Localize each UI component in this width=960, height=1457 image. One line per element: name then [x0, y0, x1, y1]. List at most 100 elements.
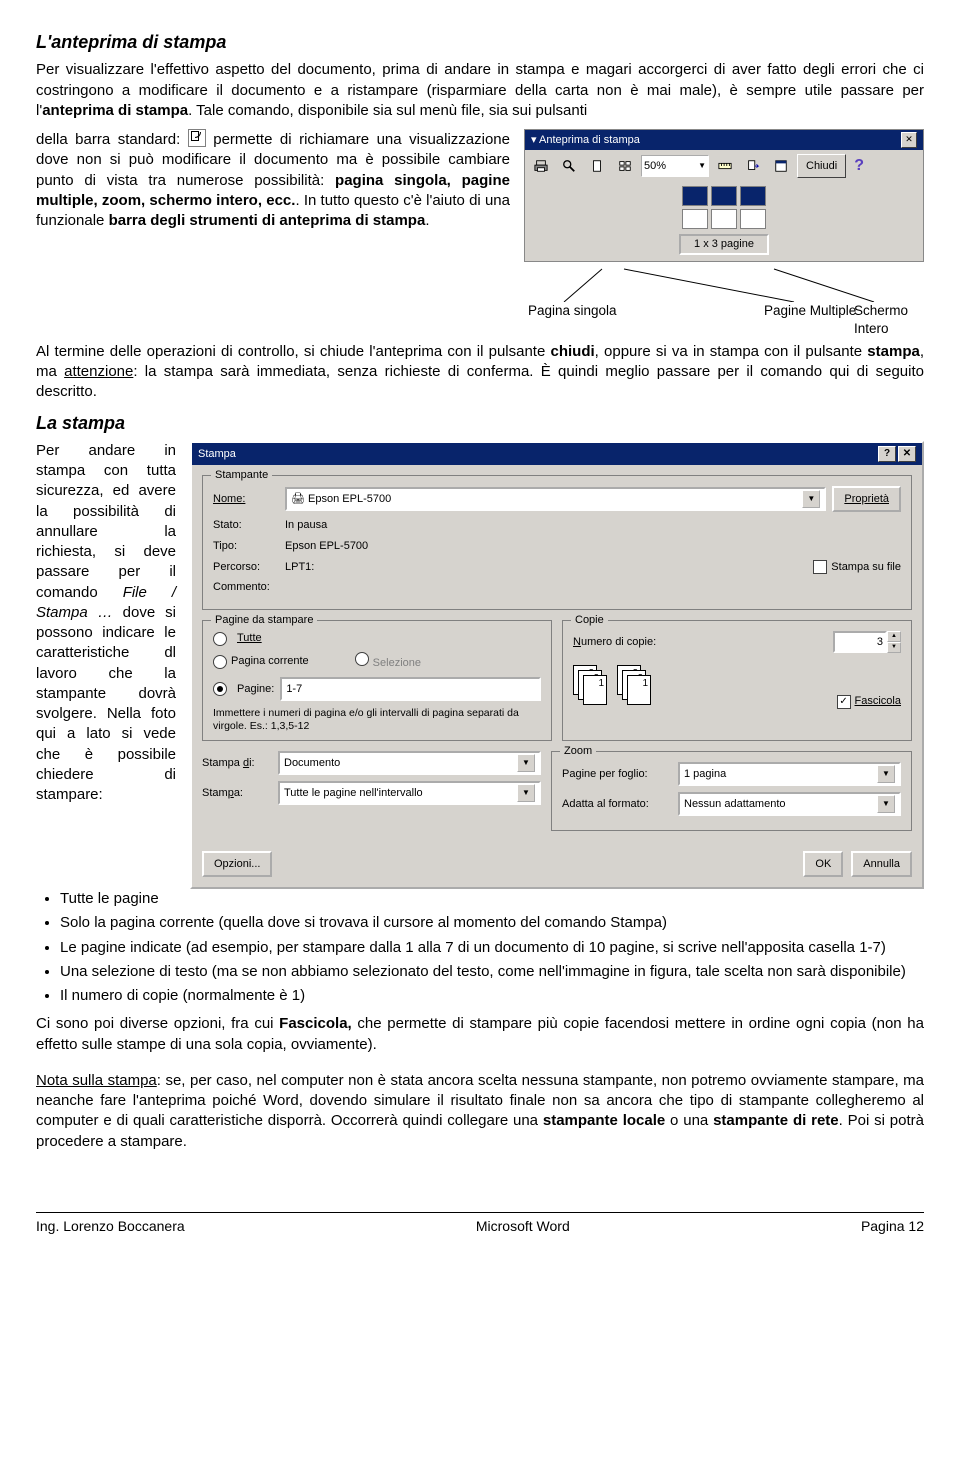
fullscreen-icon[interactable]: [769, 154, 793, 178]
text-bold: stampante di rete: [713, 1112, 839, 1129]
label-state: Stato:: [213, 518, 279, 533]
scale-to-combo[interactable]: Nessun adattamento▼: [678, 792, 901, 816]
group-printer: Nome: 🖨 Epson EPL-5700 ▼ Proprietà Stato…: [202, 475, 912, 610]
print-range-value: Tutte le pagine nell'intervallo: [284, 786, 423, 801]
pages-value: 1-7: [286, 682, 302, 697]
help-icon[interactable]: ?: [854, 155, 864, 177]
label-pages-per-sheet: Pagine per foglio:: [562, 767, 672, 782]
text-bold: anteprima di stampa: [42, 102, 188, 119]
shrink-icon[interactable]: [741, 154, 765, 178]
label-fullscreen: Schermo Intero: [854, 302, 924, 338]
chevron-down-icon: ▼: [698, 161, 706, 172]
text-bold: stampa: [867, 343, 920, 360]
label-print-range: Stampa:: [202, 786, 272, 801]
collate-label: Fascicola: [855, 694, 901, 709]
label-scale-to: Adatta al formato:: [562, 797, 672, 812]
preview-titlebar: ▾ Anteprima di stampa ✕: [525, 130, 923, 150]
list-item: Le pagine indicate (ad esempio, per stam…: [60, 938, 924, 958]
cancel-label: Annulla: [863, 857, 900, 872]
copies-input[interactable]: 3: [833, 631, 887, 653]
label-type: Tipo:: [213, 539, 279, 554]
print-what-value: Documento: [284, 756, 340, 771]
ok-label: OK: [815, 857, 831, 872]
radio-selection: Selezione: [355, 652, 421, 671]
radio-selection-label: Selezione: [373, 657, 421, 669]
scale-to-value: Nessun adattamento: [684, 797, 786, 812]
label-path: Percorso:: [213, 560, 279, 575]
print-icon[interactable]: [529, 154, 553, 178]
dialog-titlebar: Stampa ? ✕: [192, 443, 922, 465]
pages-hint: Immettere i numeri di pagina e/o gli int…: [213, 707, 541, 732]
para-4: Per andare in stampa con tutta sicurezza…: [36, 441, 176, 806]
text: Ci sono poi diverse opzioni, fra cui: [36, 1015, 279, 1032]
multi-page-icon[interactable]: [613, 154, 637, 178]
grid-caption: 1 x 3 pagine: [679, 234, 769, 255]
page-grid[interactable]: 1 x 3 pagine: [675, 182, 773, 261]
footer-left: Ing. Lorenzo Boccanera: [36, 1217, 185, 1236]
zoom-combo[interactable]: 50%▼: [641, 155, 709, 177]
single-page-icon[interactable]: [585, 154, 609, 178]
ruler-icon[interactable]: [713, 154, 737, 178]
radio-current[interactable]: Pagina corrente: [213, 654, 309, 669]
label-copies: NNumero di copie:umero di copie:: [573, 635, 656, 650]
ok-button[interactable]: OK: [803, 851, 843, 877]
print-dialog: Stampa ? ✕ Nome: 🖨 Epson EPL-5700 ▼ Prop…: [190, 441, 924, 889]
close-icon[interactable]: ✕: [898, 446, 916, 462]
chevron-down-icon: ▼: [517, 754, 535, 772]
radio-all[interactable]: Tutte: [213, 631, 541, 646]
para-6: Nota sulla stampa: se, per caso, nel com…: [36, 1071, 924, 1152]
help-icon[interactable]: ?: [878, 446, 896, 462]
radio-pages[interactable]: Pagine: 1-7: [213, 677, 541, 701]
label-name: Nome:: [213, 492, 279, 507]
para-1: Per visualizzare l'effettivo aspetto del…: [36, 60, 924, 121]
radio-all-label: Tutte: [237, 631, 262, 646]
print-to-file-label: Stampa su file: [831, 560, 901, 575]
print-preview-toolbar: ▾ Anteprima di stampa ✕ 50%▼ Chiudi ?: [524, 129, 924, 342]
pages-per-sheet-combo[interactable]: 1 pagina▼: [678, 762, 901, 786]
radio-current-label: Pagina corrente: [231, 654, 309, 669]
close-button[interactable]: Chiudi: [797, 154, 846, 178]
list-item: Tutte le pagine: [60, 889, 924, 909]
text-underline: Nota sulla stampa: [36, 1072, 157, 1089]
chevron-down-icon: ▼: [802, 490, 820, 508]
footer-right: Pagina 12: [861, 1217, 924, 1236]
label-single-page: Pagina singola: [528, 302, 617, 320]
heading-print: La stampa: [36, 411, 924, 435]
state-value: In pausa: [285, 518, 327, 533]
printer-name-value: Epson EPL-5700: [308, 493, 391, 505]
pages-per-sheet-value: 1 pagina: [684, 767, 726, 782]
heading-preview: L'anteprima di stampa: [36, 30, 924, 54]
para-3: Al termine delle operazioni di controllo…: [36, 342, 924, 403]
text: . Tale comando, disponibile sia sul menù…: [188, 102, 587, 119]
type-value: Epson EPL-5700: [285, 539, 368, 554]
group-page-range: Tutte Pagina corrente Selezione Pagine: …: [202, 620, 552, 741]
options-button[interactable]: Opzioni...: [202, 851, 272, 877]
text-bold: barra degli strumenti di anteprima di st…: [109, 212, 426, 229]
text: dove si possono indicare le caratteristi…: [36, 604, 176, 803]
text: della barra standard:: [36, 131, 188, 148]
text-underline: attenzione: [64, 363, 133, 380]
print-to-file-checkbox[interactable]: Stampa su file: [813, 560, 901, 575]
properties-button[interactable]: Proprietà: [832, 486, 901, 512]
text-bold: Fascicola,: [279, 1015, 352, 1032]
label-print-what: Stampa di:: [202, 756, 272, 771]
path-value: LPT1:: [285, 560, 314, 575]
page-footer: Ing. Lorenzo Boccanera Microsoft Word Pa…: [36, 1212, 924, 1236]
printer-name-combo[interactable]: 🖨 Epson EPL-5700 ▼: [285, 487, 826, 511]
collate-checkbox[interactable]: Fascicola: [837, 694, 901, 709]
text: .: [425, 212, 429, 229]
copies-spinner[interactable]: ▲▼: [887, 631, 901, 653]
print-what-combo[interactable]: Documento ▼: [278, 751, 541, 775]
list-item: Il numero di copie (normalmente è 1): [60, 986, 924, 1006]
text: o una: [665, 1112, 713, 1129]
cancel-button[interactable]: Annulla: [851, 851, 912, 877]
print-range-combo[interactable]: Tutte le pagine nell'intervallo▼: [278, 781, 541, 805]
close-icon[interactable]: ✕: [901, 132, 917, 148]
pages-input[interactable]: 1-7: [280, 677, 541, 701]
magnifier-icon[interactable]: [557, 154, 581, 178]
group-zoom: Pagine per foglio: 1 pagina▼ Adatta al f…: [551, 751, 912, 831]
collate-illustration: 321 321: [573, 665, 655, 703]
magnifier-page-icon: [188, 129, 206, 147]
text: , oppure si va in stampa con il pulsante: [595, 343, 868, 360]
label-comment: Commento:: [213, 580, 279, 595]
